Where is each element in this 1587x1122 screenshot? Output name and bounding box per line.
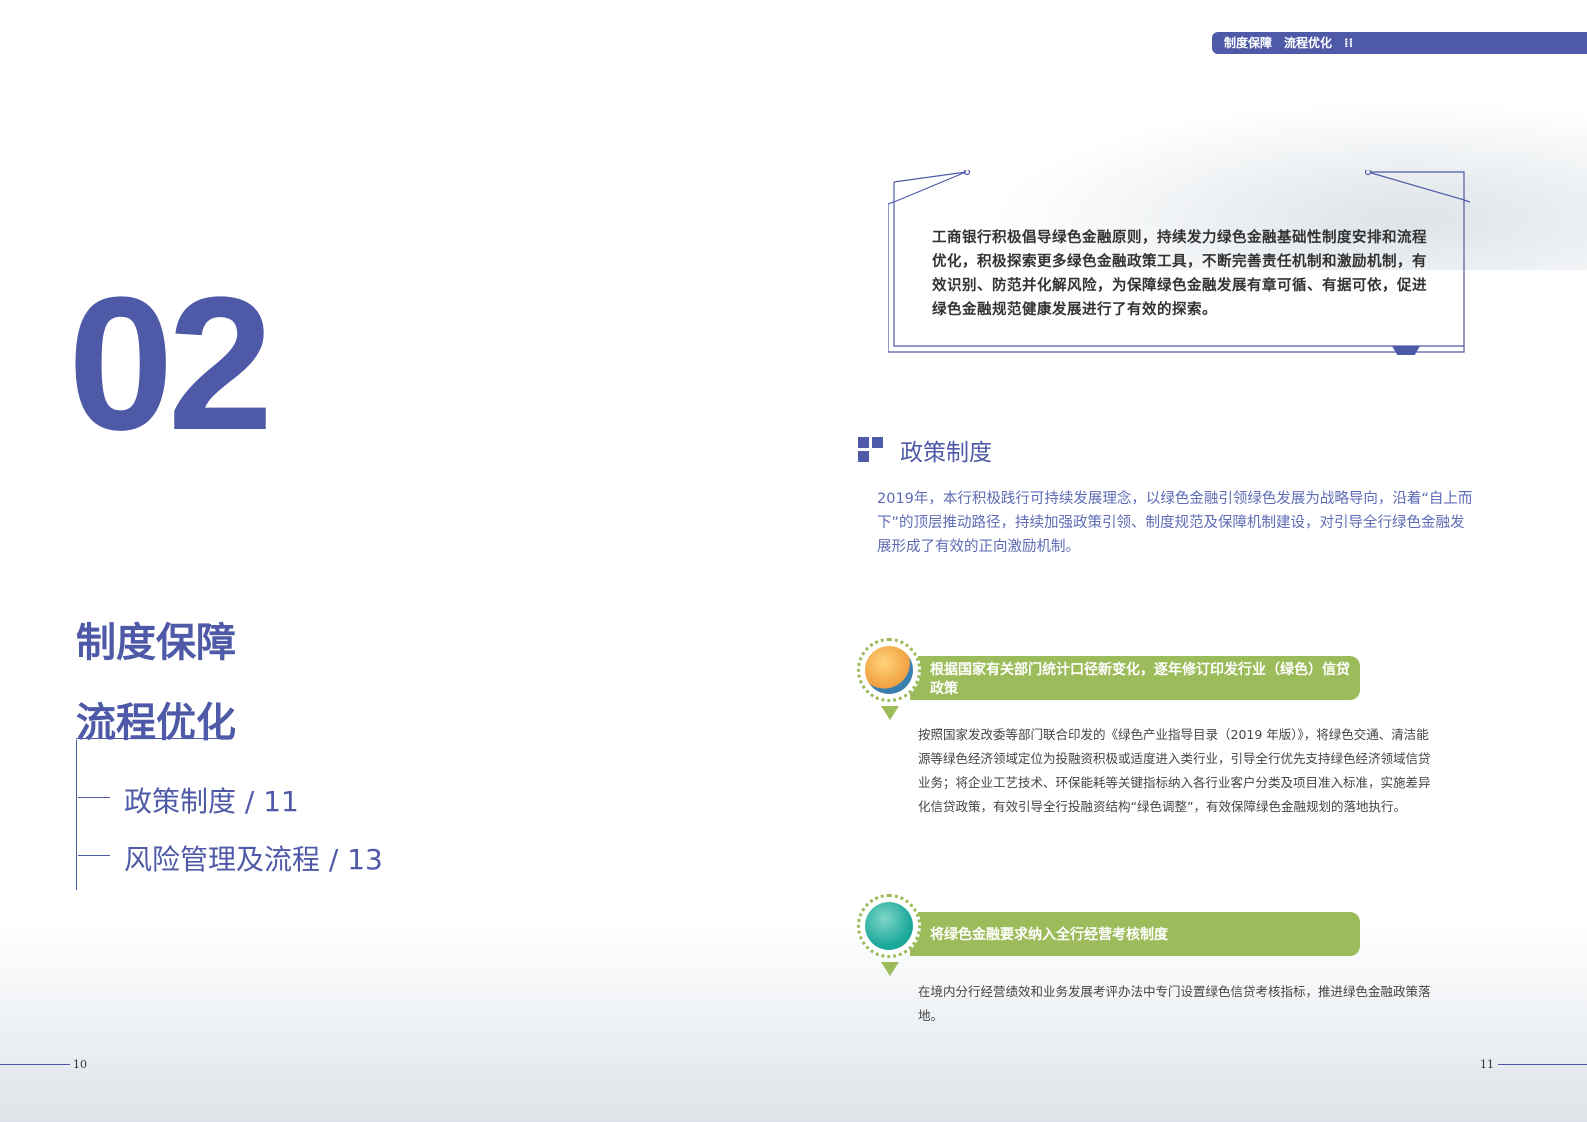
solar-panel-icon xyxy=(857,638,921,702)
divider xyxy=(76,738,232,739)
chapter-title: 制度保障 xyxy=(76,619,236,666)
chapter-title: 流程优化 xyxy=(76,699,236,746)
page-number: 11 xyxy=(1480,1058,1494,1071)
toc-item[interactable]: 政策制度 / 11 xyxy=(124,780,299,820)
toc-item[interactable]: 风险管理及流程 / 13 xyxy=(124,838,383,878)
page-line xyxy=(0,1064,70,1065)
section-intro: 2019年，本行积极践行可持续发展理念，以绿色金融引领绿色发展为战略导向，沿着“… xyxy=(877,491,1473,555)
section-icon xyxy=(858,437,884,463)
page-line xyxy=(1498,1064,1587,1065)
section-header-bar: 制度保障 流程优化 ⁞⁞ xyxy=(1212,32,1587,54)
chapter-number: 02 xyxy=(68,258,273,470)
header-tag: 制度保障 xyxy=(1224,36,1273,50)
toc-tick xyxy=(78,797,110,798)
header-tag: 流程优化 xyxy=(1284,36,1333,50)
wind-turbine-icon xyxy=(857,894,921,958)
page-number: 10 xyxy=(73,1058,87,1071)
pin-pointer xyxy=(881,706,899,720)
item-title: 将绿色金融要求纳入全行经营考核制度 xyxy=(930,927,1168,943)
section-title: 政策制度 xyxy=(900,440,992,466)
toc-line xyxy=(76,740,77,890)
dot-grid-icon: ⁞⁞ xyxy=(1344,36,1354,50)
item-title-bar: 将绿色金融要求纳入全行经营考核制度 xyxy=(910,912,1360,956)
pin-pointer xyxy=(881,962,899,976)
toc-tick xyxy=(78,855,110,856)
item-title: 根据国家有关部门统计口径新变化，逐年修订印发行业（绿色）信贷政策 xyxy=(930,661,1350,697)
item-body: 按照国家发改委等部门联合印发的《绿色产业指导目录（2019 年版）》，将绿色交通… xyxy=(918,727,1431,814)
item-body: 在境内分行经营绩效和业务发展考评办法中专门设置绿色信贷考核指标，推进绿色金融政策… xyxy=(918,984,1431,1023)
item-title-bar: 根据国家有关部门统计口径新变化，逐年修订印发行业（绿色）信贷政策 xyxy=(910,656,1360,700)
quote-text: 工商银行积极倡导绿色金融原则，持续发力绿色金融基础性制度安排和流程优化，积极探索… xyxy=(932,230,1427,318)
